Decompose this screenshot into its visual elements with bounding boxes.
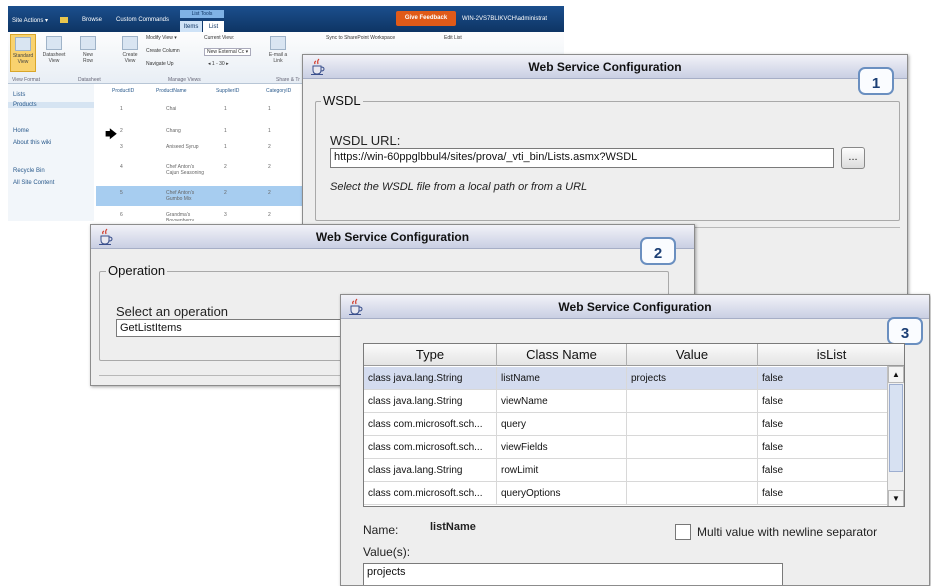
name-label: Name: bbox=[363, 523, 399, 537]
standard-view-button[interactable]: Standard View bbox=[10, 34, 36, 72]
tab-browse[interactable]: Browse bbox=[82, 17, 102, 23]
table-row[interactable]: class com.microsoft.sch... query false bbox=[364, 413, 889, 436]
column-header-value[interactable]: Value bbox=[627, 344, 758, 366]
email-link-button[interactable]: E-mail a Link bbox=[266, 34, 290, 72]
column-header-type[interactable]: Type bbox=[364, 344, 497, 366]
scroll-up-icon[interactable]: ▲ bbox=[888, 366, 904, 383]
wsdl-url-label: WSDL URL: bbox=[330, 133, 401, 148]
values-label: Value(s): bbox=[363, 545, 411, 559]
list-row[interactable]: 1 Chai 1 1 bbox=[96, 102, 311, 122]
name-value: listName bbox=[430, 521, 476, 533]
table-row[interactable]: class com.microsoft.sch... viewFields fa… bbox=[364, 436, 889, 459]
wsdl-legend: WSDL bbox=[321, 93, 363, 108]
new-row-button[interactable]: New Row bbox=[78, 34, 98, 72]
navigate-up-button[interactable]: Navigate Up bbox=[146, 61, 174, 67]
nav-all-site-content[interactable]: All Site Content bbox=[13, 180, 54, 186]
operation-legend: Operation bbox=[106, 263, 168, 278]
navigate-icon[interactable] bbox=[60, 17, 68, 23]
nav-home[interactable]: Home bbox=[13, 128, 29, 134]
dialog-title: Web Service Configuration bbox=[558, 300, 712, 314]
create-view-button[interactable]: Create View bbox=[118, 34, 142, 72]
header-productid[interactable]: ProductID bbox=[112, 88, 134, 94]
group-share-track: Share & Tr bbox=[276, 77, 300, 83]
dialog-title-bar[interactable]: Web Service Configuration bbox=[91, 225, 694, 249]
select-operation-label: Select an operation bbox=[116, 304, 229, 319]
current-view-select[interactable]: New External Cc ▾ bbox=[204, 48, 252, 56]
table-scrollbar[interactable]: ▲ ▼ bbox=[887, 366, 904, 506]
step-badge: 3 bbox=[887, 317, 923, 345]
current-view-label: Current View: bbox=[204, 35, 235, 41]
scroll-thumb[interactable] bbox=[889, 384, 903, 472]
scroll-down-icon[interactable]: ▼ bbox=[888, 490, 904, 506]
list-row[interactable]: 4 Chef Anton's Cajun Seasoning 2 2 bbox=[96, 160, 311, 180]
list-tools-label: List Tools bbox=[180, 10, 224, 18]
modify-view-button[interactable]: Modify View ▾ bbox=[146, 35, 177, 41]
dialog-title: Web Service Configuration bbox=[315, 230, 470, 244]
site-actions-menu[interactable]: Site Actions ▾ bbox=[12, 17, 48, 24]
left-navigation: Lists Products Home About this wiki Recy… bbox=[8, 84, 94, 221]
header-supplierid[interactable]: SupplierID bbox=[216, 88, 239, 94]
step-badge: 2 bbox=[640, 237, 676, 265]
group-datasheet: Datasheet bbox=[78, 77, 101, 83]
nav-products[interactable]: Products bbox=[8, 102, 94, 108]
multi-value-checkbox[interactable] bbox=[675, 524, 691, 540]
create-view-icon bbox=[122, 36, 138, 50]
group-view-format: View Format bbox=[12, 77, 40, 83]
give-feedback-button[interactable]: Give Feedback bbox=[396, 11, 456, 26]
sync-sharepoint-button[interactable]: Sync to SharePoint Workspace bbox=[326, 35, 395, 41]
dialog-title-bar[interactable]: Web Service Configuration bbox=[341, 295, 929, 319]
datasheet-view-icon bbox=[46, 36, 62, 50]
tab-custom-commands[interactable]: Custom Commands bbox=[116, 17, 169, 23]
browse-wsdl-button[interactable]: ... bbox=[841, 147, 865, 169]
table-row[interactable]: class java.lang.String listName projects… bbox=[364, 367, 889, 390]
list-row[interactable]: 5 Chef Anton's Gumbo Mix 2 2 bbox=[96, 186, 311, 206]
wsdl-hint: Select the WSDL file from a local path o… bbox=[330, 181, 588, 193]
parameters-table: Type Class Name Value isList class java.… bbox=[363, 343, 905, 507]
list-row[interactable]: 3 Aniseed Syrup 1 2 bbox=[96, 140, 311, 160]
step-badge: 1 bbox=[858, 67, 894, 95]
datasheet-view-button[interactable]: Datasheet View bbox=[40, 34, 68, 72]
table-row[interactable]: class java.lang.String viewName false bbox=[364, 390, 889, 413]
table-row[interactable]: class java.lang.String rowLimit false bbox=[364, 459, 889, 482]
user-name[interactable]: WIN-2VS7BLIKVCH\administrat bbox=[462, 16, 547, 22]
mouse-pointer-icon: 🡆 bbox=[105, 127, 118, 141]
column-header-class-name[interactable]: Class Name bbox=[497, 344, 627, 366]
values-textarea[interactable]: projects bbox=[363, 563, 783, 585]
standard-view-icon bbox=[15, 37, 31, 51]
list-row[interactable]: 6 Grandma's Boysenberry 3 2 bbox=[96, 208, 311, 221]
dialog-title: Web Service Configuration bbox=[528, 60, 682, 74]
group-manage-views: Manage Views bbox=[168, 77, 201, 83]
multi-value-label: Multi value with newline separator bbox=[697, 525, 878, 539]
table-row[interactable]: class com.microsoft.sch... queryOptions … bbox=[364, 482, 889, 505]
edit-list-button[interactable]: Edit List bbox=[444, 35, 462, 41]
sharepoint-top-bar: Site Actions ▾ Browse Custom Commands Li… bbox=[8, 6, 564, 33]
email-icon bbox=[270, 36, 286, 50]
page-navigation[interactable]: ◂ 1 - 30 ▸ bbox=[208, 61, 229, 67]
nav-lists[interactable]: Lists bbox=[13, 92, 25, 98]
wsdl-url-field[interactable]: https://win-60ppglbbul4/sites/prova/_vti… bbox=[330, 148, 834, 168]
operation-select[interactable]: GetListItems bbox=[116, 319, 346, 337]
nav-about-wiki[interactable]: About this wiki bbox=[13, 140, 51, 146]
nav-recycle-bin[interactable]: Recycle Bin bbox=[13, 168, 45, 174]
create-column-button[interactable]: Create Column bbox=[146, 48, 180, 54]
dialog-title-bar[interactable]: Web Service Configuration bbox=[303, 55, 907, 79]
new-row-icon bbox=[80, 36, 96, 50]
column-header-islist[interactable]: isList bbox=[758, 344, 904, 366]
header-categoryid[interactable]: CategoryID bbox=[266, 88, 291, 94]
web-service-config-dialog-parameters: Web Service Configuration 3 Type Class N… bbox=[340, 294, 930, 586]
header-productname[interactable]: ProductName bbox=[156, 88, 187, 94]
